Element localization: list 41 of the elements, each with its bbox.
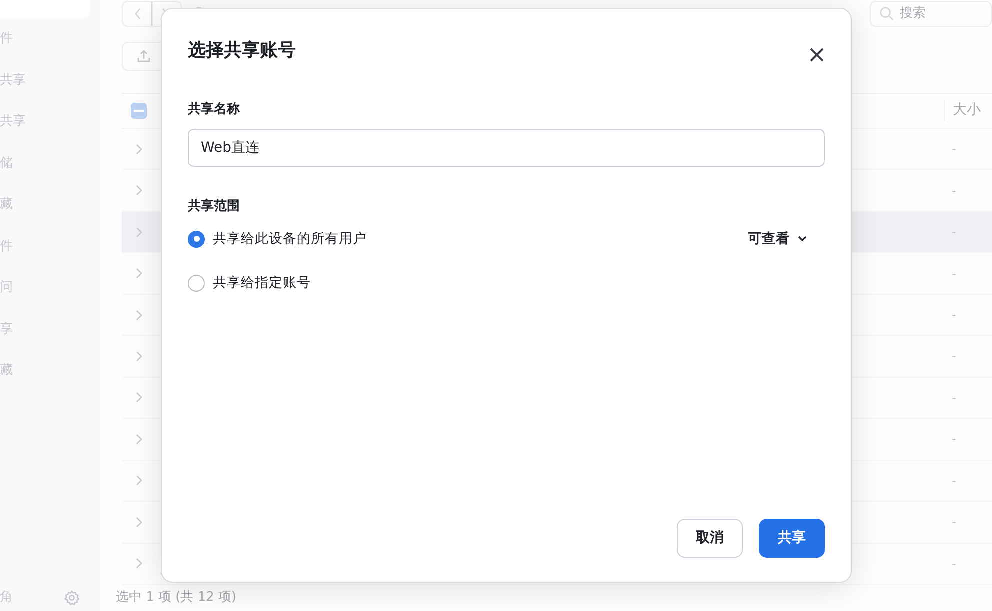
option-label[interactable]: 共享给此设备的所有用户 [213,228,367,250]
field-label: 共享范围 [188,198,241,216]
upload-icon [137,49,151,64]
chevron-icon[interactable] [136,434,143,445]
permission-dropdown[interactable]: 可查看 [748,228,807,250]
table-cell-text: - [952,514,958,532]
input-field[interactable]: Web直连 [188,128,825,166]
chevron-icon[interactable] [136,310,143,321]
chevron-icon[interactable] [136,558,143,570]
chevron-icon[interactable] [136,392,143,404]
option-label[interactable]: 共享给指定账号 [213,272,311,294]
chevron-icon[interactable] [136,268,143,280]
chevron-icon[interactable] [136,185,143,196]
search-icon [879,6,894,22]
select-all-checkbox[interactable] [131,102,147,119]
chevron-icon[interactable] [136,516,143,528]
table-cell-text: - [952,431,958,448]
table-cell-text: - [952,182,958,200]
table-cell-text: - [952,348,958,366]
dialog-title: 选择共享账号 [188,39,296,63]
table-cell-text: - [952,141,958,158]
chevron-icon[interactable] [136,144,143,155]
table-cell-text: - [952,472,958,490]
table-cell-text: - [952,307,958,324]
chevron-icon[interactable] [136,350,143,362]
chevron-down-icon [798,236,807,242]
status-text: 选中 1 项 (共 12 项) [116,589,238,608]
table-cell-text: - [952,556,958,573]
field-label: 共享名称 [188,100,241,119]
chevron-icon[interactable] [136,475,143,486]
chevron-icon[interactable] [136,226,143,238]
table-cell-text: - [952,266,958,283]
settings-icon[interactable] [64,590,80,606]
table-cell-text: - [952,390,958,407]
column-header[interactable]: 大小 [944,100,992,122]
cancel-button[interactable]: 取消 [677,519,743,558]
radio-button[interactable] [188,230,205,248]
table-cell-text: - [952,224,958,242]
search-field[interactable]: 搜索 [870,0,992,27]
radio-button[interactable] [188,274,205,292]
share-button[interactable]: 共享 [759,519,825,558]
